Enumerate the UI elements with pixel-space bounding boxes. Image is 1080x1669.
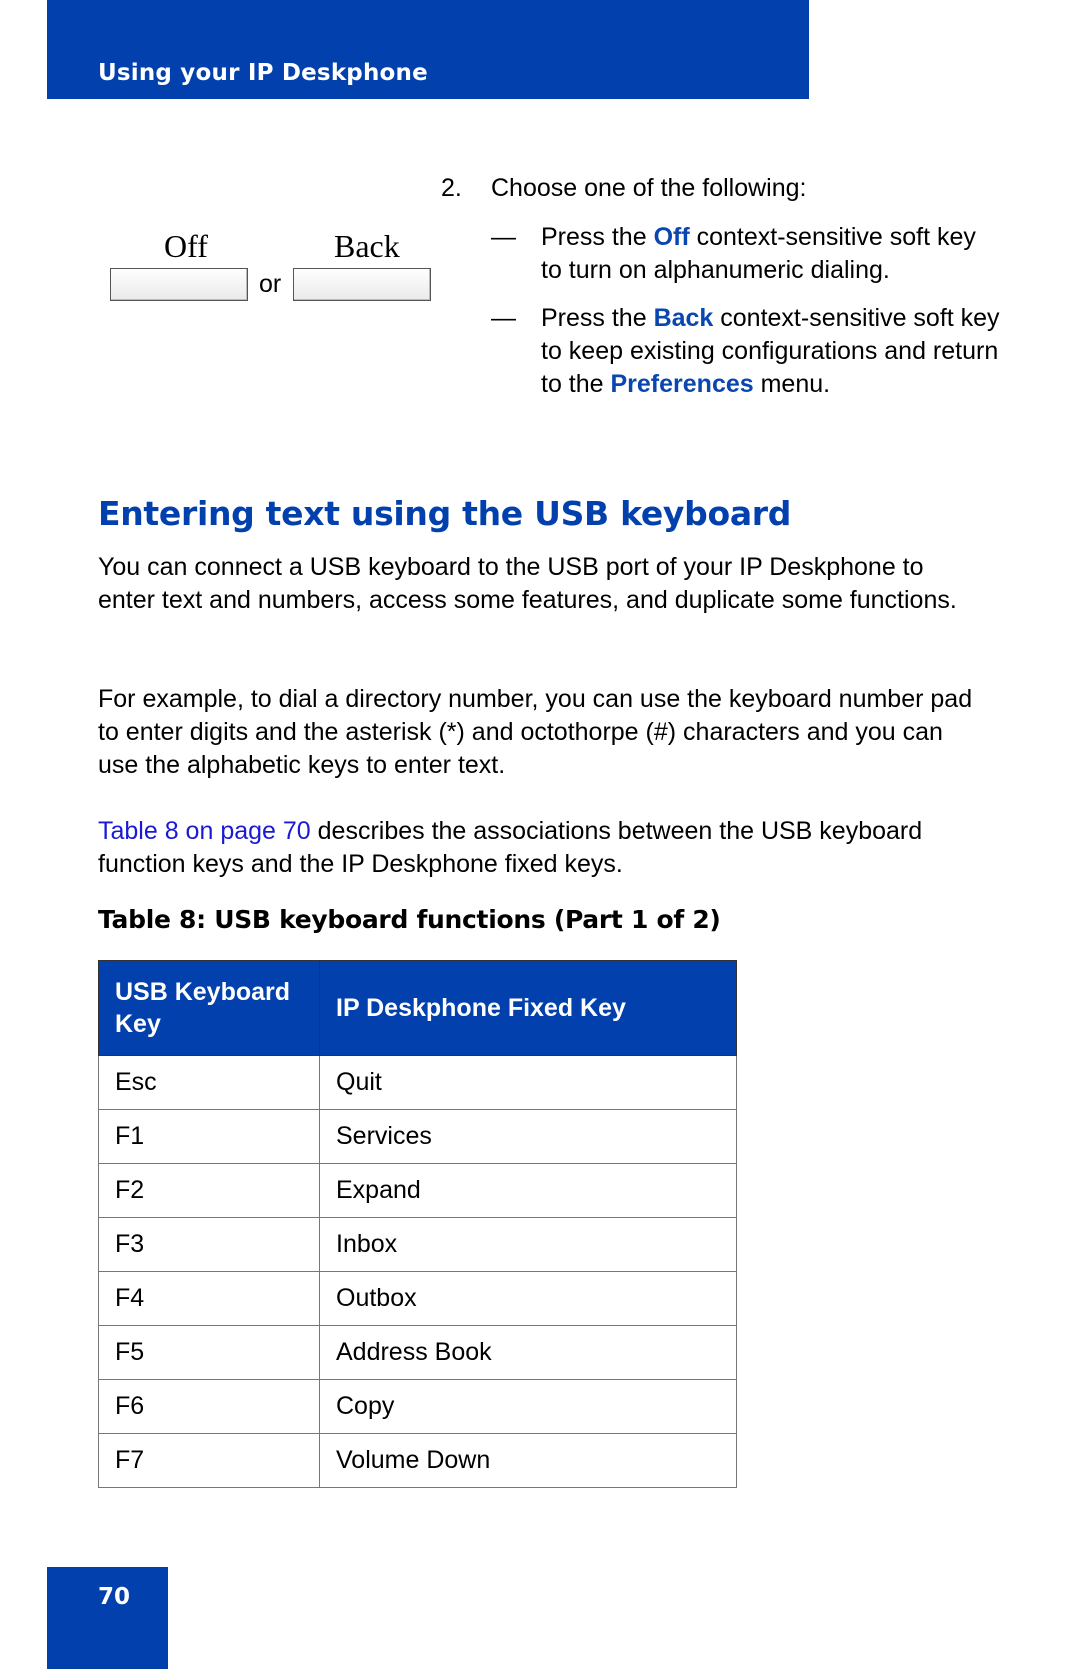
step-number: 2. xyxy=(441,174,462,202)
usb-key-cell: Esc xyxy=(98,1055,320,1110)
table-row: F5 Address Book xyxy=(98,1325,737,1380)
header-usb-keyboard-key: USB Keyboard Key xyxy=(98,960,320,1056)
fixed-key-cell: Inbox xyxy=(319,1217,737,1272)
dash-bullet: — xyxy=(491,223,516,251)
back-key-highlight: Back xyxy=(653,304,714,332)
off-key-highlight: Off xyxy=(653,223,690,251)
back-softkey-label: Back xyxy=(334,228,400,264)
table-row: F6 Copy xyxy=(98,1379,737,1434)
softkey-illustration: Off or Back xyxy=(110,228,440,308)
page-number: 70 xyxy=(98,1584,131,1610)
table-row: F1 Services xyxy=(98,1109,737,1164)
section-title: Entering text using the USB keyboard xyxy=(98,494,792,533)
fixed-key-cell: Copy xyxy=(319,1379,737,1434)
table-caption: Table 8: USB keyboard functions (Part 1 … xyxy=(98,905,721,934)
fixed-key-cell: Expand xyxy=(319,1163,737,1218)
table-row: F4 Outbox xyxy=(98,1271,737,1326)
option-off-text: Press the Off context-sensitive soft key… xyxy=(541,223,976,284)
or-text: or xyxy=(259,270,282,298)
paragraph-example: For example, to dial a directory number,… xyxy=(98,685,973,779)
fixed-key-cell: Outbox xyxy=(319,1271,737,1326)
usb-key-cell: F6 xyxy=(98,1379,320,1434)
table-row: F3 Inbox xyxy=(98,1217,737,1272)
usb-keyboard-table: USB Keyboard Key IP Deskphone Fixed Key … xyxy=(98,960,737,1488)
usb-key-cell: F7 xyxy=(98,1433,320,1488)
fixed-key-cell: Quit xyxy=(319,1055,737,1110)
paragraph-intro: You can connect a USB keyboard to the US… xyxy=(98,553,957,614)
fixed-key-cell: Volume Down xyxy=(319,1433,737,1488)
usb-key-cell: F1 xyxy=(98,1109,320,1164)
preferences-menu-highlight: Preferences xyxy=(610,370,754,398)
header-title: Using your IP Deskphone xyxy=(98,60,428,86)
fixed-key-cell: Address Book xyxy=(319,1325,737,1380)
back-softkey-button[interactable] xyxy=(293,268,431,301)
dash-bullet: — xyxy=(491,304,516,332)
table-row: F2 Expand xyxy=(98,1163,737,1218)
page-number-box xyxy=(47,1567,168,1669)
header-ip-deskphone-fixed-key: IP Deskphone Fixed Key xyxy=(319,960,737,1056)
table-header-row: USB Keyboard Key IP Deskphone Fixed Key xyxy=(98,960,737,1056)
fixed-key-cell: Services xyxy=(319,1109,737,1164)
step-text: Choose one of the following: xyxy=(491,174,807,202)
table-8-link[interactable]: Table 8 on page 70 xyxy=(98,817,311,845)
option-back-text: Press the Back context-sensitive soft ke… xyxy=(541,304,1000,398)
usb-key-cell: F4 xyxy=(98,1271,320,1326)
off-softkey-label: Off xyxy=(164,228,208,264)
paragraph-table-ref: Table 8 on page 70 describes the associa… xyxy=(98,817,923,878)
usb-key-cell: F3 xyxy=(98,1217,320,1272)
off-softkey-button[interactable] xyxy=(110,268,248,301)
table-row: Esc Quit xyxy=(98,1055,737,1110)
usb-key-cell: F5 xyxy=(98,1325,320,1380)
usb-key-cell: F2 xyxy=(98,1163,320,1218)
table-row: F7 Volume Down xyxy=(98,1433,737,1488)
